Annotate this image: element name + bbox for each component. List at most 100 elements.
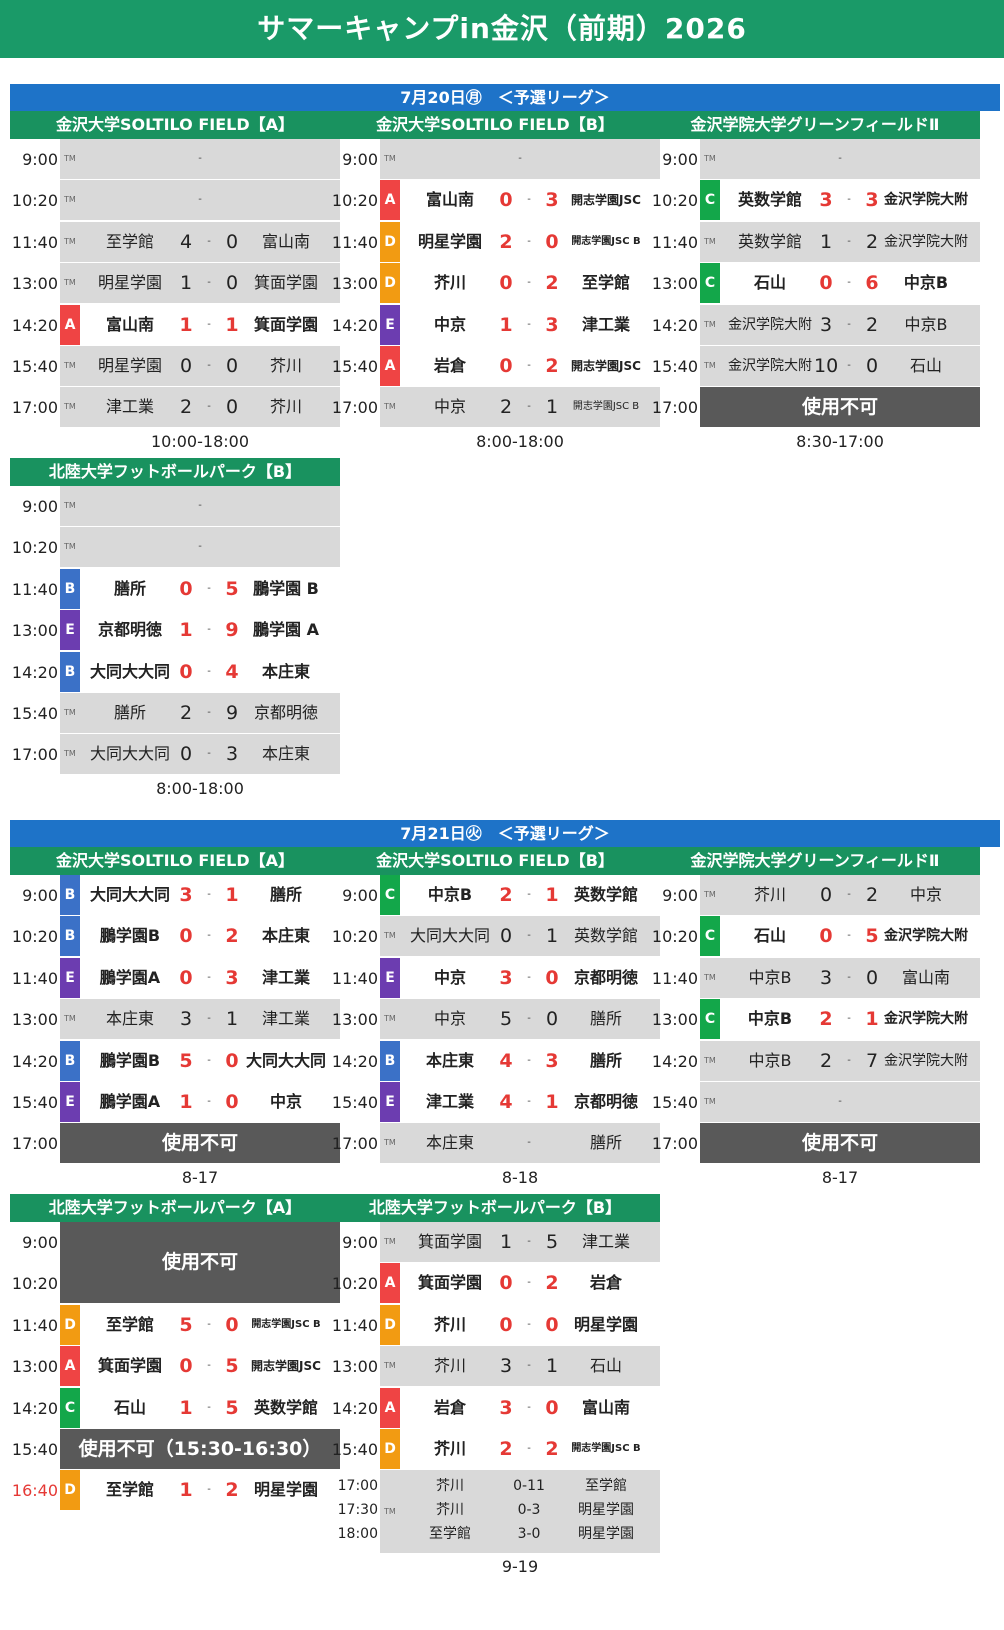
- match-cell: TM -: [700, 139, 980, 179]
- venue-name: 金沢大学SOLTILO FIELD【B】: [330, 847, 660, 875]
- kickoff-time: 11:40: [331, 968, 378, 988]
- training-match-tag: TM: [704, 972, 716, 982]
- home-score: 0: [499, 1272, 513, 1295]
- kickoff-time: 13:00: [11, 1357, 58, 1377]
- venue-name: 金沢学院大学グリーンフィールドⅡ: [650, 847, 980, 875]
- away-team: 金沢学院大附: [884, 1011, 968, 1028]
- schedule-row: 15:40 TM 膳所 2-9 京都明徳: [10, 692, 340, 734]
- home-score: 0: [179, 925, 193, 948]
- kickoff-time: 10:20: [331, 927, 378, 947]
- kickoff-time: 17:00: [11, 745, 58, 765]
- empty-slot: -: [198, 153, 202, 164]
- unavailable-label: 使用不可: [161, 1132, 238, 1155]
- kickoff-time: 13:00: [11, 1010, 58, 1030]
- score-separator: -: [207, 889, 211, 900]
- home-score: 0: [819, 272, 833, 295]
- match-cell: A 箕面学園 0-5 開志学園JSC: [60, 1346, 340, 1387]
- away-team: 津工業: [581, 1232, 630, 1251]
- kickoff-time: 10:20: [11, 538, 58, 558]
- venue-hours: 8-17: [181, 1167, 219, 1187]
- score-separator: -: [527, 1318, 531, 1330]
- kickoff-time: 15:40: [331, 1439, 378, 1459]
- score-separator: -: [527, 930, 531, 942]
- schedule-row: 11:40 D 至学館 5-0 開志学園JSC B: [10, 1304, 340, 1346]
- score-separator: -: [847, 194, 851, 206]
- match-cell: TM -: [380, 139, 660, 179]
- schedule-row: 13:00 D 芥川 0-2 至学館: [330, 263, 660, 304]
- score-separator: -: [527, 401, 531, 413]
- schedule-row: 15:40 TM 金沢学院大附 10-0 石山: [650, 345, 980, 387]
- group-badge: E: [380, 304, 400, 345]
- schedule-row: 17:00 使用不可: [650, 1123, 980, 1164]
- kickoff-time: 14:20: [11, 1051, 58, 1071]
- match-cell: TM 英数学館 1-2 金沢学院大附: [700, 221, 980, 262]
- schedule-row: 11:40 D 明星学園 2-0 開志学園JSC B: [330, 221, 660, 263]
- kickoff-time: 9:00: [662, 150, 698, 169]
- home-team: 中京B: [748, 967, 792, 987]
- home-score: 0: [179, 743, 193, 766]
- empty-slot: -: [198, 541, 202, 553]
- venue-name: 金沢学院大学グリーンフィールドⅡ: [650, 111, 980, 139]
- away-team: 開志学園JSC B: [251, 1318, 321, 1330]
- away-team: 中京: [269, 1091, 302, 1111]
- kickoff-time: 17:00: [331, 398, 378, 418]
- away-team: 芥川: [269, 397, 302, 417]
- match-cell: A 岩倉 3-0 富山南: [380, 1387, 660, 1428]
- kickoff-time: 11:40: [11, 1315, 58, 1335]
- home-score: 1: [499, 1231, 513, 1253]
- schedule-row: 10:20 A 箕面学園 0-2 岩倉: [330, 1263, 660, 1304]
- kickoff-time: 18:00: [337, 1526, 378, 1543]
- score-separator: -: [527, 1054, 531, 1066]
- home-team: 金沢学院大附: [728, 357, 812, 374]
- match-cell: TM 中京 2-1 開志学園JSC B: [380, 387, 660, 428]
- match-cell: TM 本庄東 - 膳所: [380, 1123, 660, 1164]
- schedule-row: 10:20: [10, 1263, 340, 1304]
- kickoff-time: 11:40: [331, 232, 378, 252]
- match-cell: B 鵬学園B 0-2 本庄東: [60, 916, 340, 957]
- group-badge: B: [60, 1040, 80, 1081]
- empty-slot: -: [198, 500, 202, 511]
- match-cell: E 京都明徳 1-9 鵬学園 A: [60, 610, 340, 651]
- home-team: 津工業: [105, 397, 154, 417]
- training-match-tag: TM: [704, 319, 716, 329]
- schedule-row: 15:40 TM -: [650, 1081, 980, 1123]
- page-title: サマーキャンプin金沢（前期）2026: [0, 0, 1004, 58]
- home-team: 箕面学園: [97, 1356, 162, 1376]
- match-cell: B 鵬学園B 5-0 大同大大同: [60, 1040, 340, 1081]
- away-team: 石山: [589, 1356, 622, 1376]
- venue-hours: 8:00-18:00: [156, 778, 244, 798]
- evening-matches: 17:00 17:30 18:00 TM 芥川 0-11 至学館 芥川 0-3 明星学園 至学館 3-…: [330, 1470, 660, 1554]
- unavailable-band: 使用不可（15:30-16:30）: [60, 1428, 340, 1469]
- training-match-tag: TM: [704, 360, 716, 370]
- venue-name: 北陸大学フットボールパーク【A】: [10, 1194, 340, 1222]
- unavailable-band: 使用不可: [700, 387, 980, 428]
- venue-hours: 10:00-18:00: [151, 431, 249, 451]
- home-team: 鵬学園A: [99, 967, 161, 987]
- home-score: 5: [179, 1313, 193, 1336]
- score-separator: -: [527, 1277, 531, 1289]
- kickoff-time: 9:00: [22, 1233, 58, 1252]
- match-cell: TM 芥川 0-2 中京: [700, 875, 980, 915]
- home-team: 鵬学園A: [99, 1091, 161, 1111]
- venue-name: 北陸大学フットボールパーク【B】: [10, 458, 340, 486]
- away-team: 金沢学院大附: [884, 192, 968, 209]
- home-score: 1: [179, 1479, 193, 1502]
- away-team: 開志学園JSC B: [571, 1442, 641, 1454]
- training-match-tag: TM: [64, 749, 76, 759]
- score-separator: -: [527, 1442, 531, 1454]
- group-badge: C: [60, 1387, 80, 1428]
- home-team: 中京: [433, 967, 466, 987]
- home-team: 本庄東: [425, 1050, 474, 1070]
- match-cell: C 石山 0-5 金沢学院大附: [700, 916, 980, 957]
- away-team: 膳所: [269, 885, 302, 904]
- match-cell: TM 中京B 3-0 富山南: [700, 957, 980, 998]
- away-team: 本庄東: [261, 926, 310, 946]
- match-cell: B 膳所 0-5 鵬学園 B: [60, 568, 340, 609]
- group-badge: B: [60, 916, 80, 957]
- kickoff-time: 10:20: [331, 191, 378, 211]
- kickoff-time: 9:00: [22, 886, 58, 905]
- home-team: 中京: [433, 1009, 466, 1029]
- score-separator: -: [207, 359, 211, 371]
- match-cell: TM 芥川 3-1 石山: [380, 1346, 660, 1387]
- score-separator: -: [207, 665, 211, 677]
